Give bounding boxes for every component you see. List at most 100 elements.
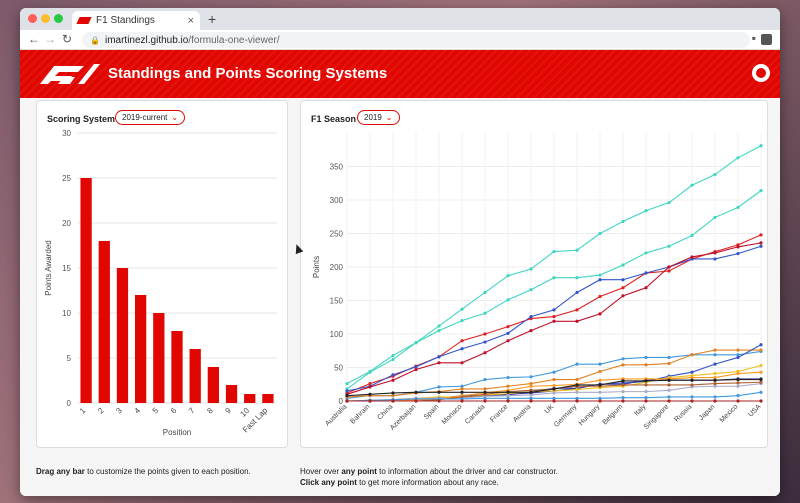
driver-point[interactable] bbox=[759, 390, 763, 394]
driver-point[interactable] bbox=[552, 319, 556, 323]
driver-point[interactable] bbox=[621, 383, 625, 387]
driver-point[interactable] bbox=[759, 363, 763, 368]
driver-point[interactable] bbox=[575, 319, 579, 323]
driver-point[interactable] bbox=[621, 399, 625, 403]
driver-point[interactable] bbox=[598, 399, 602, 403]
driver-point[interactable] bbox=[529, 288, 533, 292]
driver-point[interactable] bbox=[437, 355, 441, 359]
new-tab-button[interactable]: + bbox=[208, 11, 216, 27]
driver-point[interactable] bbox=[391, 391, 395, 395]
driver-point[interactable] bbox=[713, 215, 717, 220]
driver-point[interactable] bbox=[483, 390, 487, 394]
driver-point[interactable] bbox=[690, 370, 694, 374]
driver-point[interactable] bbox=[529, 384, 533, 388]
driver-point[interactable] bbox=[506, 375, 510, 380]
driver-point[interactable] bbox=[483, 377, 487, 382]
driver-point[interactable] bbox=[414, 399, 418, 403]
driver-point[interactable] bbox=[598, 390, 602, 394]
driver-point[interactable] bbox=[690, 378, 694, 382]
driver-point[interactable] bbox=[667, 378, 671, 382]
driver-point[interactable] bbox=[368, 392, 372, 396]
driver-point[interactable] bbox=[506, 390, 510, 394]
driver-point[interactable] bbox=[713, 399, 717, 403]
forward-arrow-icon[interactable]: → bbox=[44, 32, 56, 46]
driver-point[interactable] bbox=[690, 395, 694, 399]
driver-point[interactable] bbox=[575, 362, 579, 366]
driver-point[interactable] bbox=[483, 399, 487, 403]
driver-point[interactable] bbox=[667, 244, 671, 248]
driver-point[interactable] bbox=[368, 399, 372, 403]
driver-point[interactable] bbox=[667, 399, 671, 403]
driver-point[interactable] bbox=[667, 388, 671, 392]
driver-point[interactable] bbox=[483, 290, 487, 295]
driver-point[interactable] bbox=[644, 363, 648, 367]
driver-point[interactable] bbox=[552, 377, 556, 382]
driver-point[interactable] bbox=[391, 373, 395, 377]
driver-point[interactable] bbox=[529, 375, 533, 379]
driver-point[interactable] bbox=[575, 383, 579, 387]
driver-point[interactable] bbox=[506, 298, 510, 302]
github-icon[interactable] bbox=[752, 64, 770, 82]
driver-point[interactable] bbox=[621, 379, 625, 383]
driver-point[interactable] bbox=[713, 362, 717, 366]
driver-point[interactable] bbox=[736, 355, 740, 360]
scoring-system-select[interactable]: 2019-current ⌄ bbox=[115, 110, 186, 125]
driver-point[interactable] bbox=[552, 383, 556, 388]
extension-icon[interactable]: ▪ bbox=[752, 31, 756, 45]
driver-point[interactable] bbox=[506, 274, 510, 278]
driver-point[interactable] bbox=[391, 378, 395, 382]
driver-point[interactable] bbox=[414, 341, 418, 345]
driver-point[interactable] bbox=[437, 399, 441, 403]
driver-point[interactable] bbox=[690, 383, 694, 387]
driver-point[interactable] bbox=[506, 331, 510, 335]
driver-point[interactable] bbox=[667, 355, 671, 360]
driver-point[interactable] bbox=[552, 399, 556, 403]
driver-point[interactable] bbox=[552, 370, 556, 374]
driver-point[interactable] bbox=[667, 265, 671, 269]
driver-point[interactable] bbox=[575, 390, 579, 394]
driver-point[interactable] bbox=[644, 379, 648, 383]
driver-point[interactable] bbox=[759, 189, 763, 193]
driver-point[interactable] bbox=[690, 233, 694, 238]
driver-point[interactable] bbox=[621, 390, 625, 394]
driver-point[interactable] bbox=[345, 399, 349, 403]
driver-point[interactable] bbox=[483, 351, 487, 355]
back-arrow-icon[interactable]: ← bbox=[28, 32, 40, 46]
driver-point[interactable] bbox=[690, 399, 694, 403]
driver-point[interactable] bbox=[759, 343, 763, 347]
driver-point[interactable] bbox=[345, 394, 349, 398]
driver-point[interactable] bbox=[529, 399, 533, 403]
driver-point[interactable] bbox=[460, 347, 464, 351]
driver-point[interactable] bbox=[621, 357, 625, 361]
driver-point[interactable] bbox=[713, 395, 717, 399]
driver-point[interactable] bbox=[736, 377, 740, 382]
season-select[interactable]: 2019 ⌄ bbox=[357, 110, 400, 125]
driver-point[interactable] bbox=[690, 255, 694, 259]
driver-point[interactable] bbox=[736, 245, 740, 249]
driver-point[interactable] bbox=[759, 399, 763, 403]
driver-point[interactable] bbox=[460, 387, 464, 391]
driver-point[interactable] bbox=[506, 384, 510, 388]
driver-point[interactable] bbox=[483, 387, 487, 391]
driver-point[interactable] bbox=[391, 353, 395, 358]
driver-point[interactable] bbox=[759, 244, 763, 248]
driver-point[interactable] bbox=[437, 329, 441, 333]
driver-point[interactable] bbox=[460, 361, 464, 365]
driver-point[interactable] bbox=[759, 241, 763, 245]
driver-point[interactable] bbox=[736, 399, 740, 403]
profile-icon[interactable] bbox=[761, 34, 772, 45]
driver-point[interactable] bbox=[506, 399, 510, 403]
driver-point[interactable] bbox=[644, 271, 648, 275]
driver-point[interactable] bbox=[437, 385, 441, 389]
driver-point[interactable] bbox=[667, 395, 671, 399]
driver-point[interactable] bbox=[736, 384, 740, 388]
driver-point[interactable] bbox=[644, 355, 648, 360]
driver-point[interactable] bbox=[644, 383, 648, 387]
driver-point[interactable] bbox=[460, 390, 464, 394]
close-window-button[interactable] bbox=[28, 14, 37, 23]
driver-point[interactable] bbox=[460, 339, 464, 343]
reload-icon[interactable]: ↻ bbox=[62, 32, 72, 46]
driver-point[interactable] bbox=[598, 231, 602, 236]
driver-point[interactable] bbox=[552, 387, 556, 391]
driver-point[interactable] bbox=[621, 396, 625, 400]
